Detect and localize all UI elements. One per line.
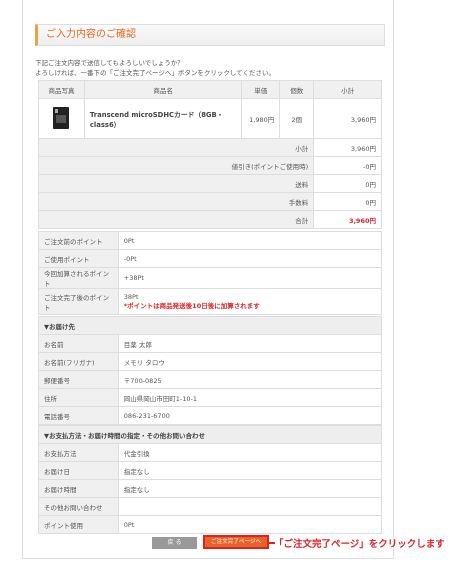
points-label: 今回加算されるポイント (38, 267, 119, 289)
col-header: 商品名 (83, 80, 243, 99)
delivery-table: ▼お届け先 お名前 目薬 太郎 お名前(フリガナ) メモリ タロウ 郵便番号 〒… (38, 316, 383, 425)
intro-line: 下記ご注文内容で送信してもよろしいでしょうか？ (35, 59, 184, 67)
delivery-row: お名前(フリガナ) メモリ タロウ (38, 352, 383, 371)
payment-value: 0Pt (117, 515, 383, 534)
sd-card-icon (53, 106, 70, 129)
product-name: Transcend microSDHCカード（8GB・class6） (83, 98, 243, 139)
payment-row: その他お問い合わせ (38, 497, 383, 516)
callout-annotation: 「ご注文完了ページ」をクリックします (274, 539, 445, 550)
totals-row: 合計 3,960円 (37, 210, 382, 229)
totals-row: 送料 0円 (37, 174, 382, 193)
cart-table: 商品写真 商品名 単価 個数 小計 Transcend microSDHCカード… (37, 80, 382, 229)
delivery-label: 郵便番号 (38, 370, 119, 389)
back-button[interactable]: 戻 る (152, 537, 197, 549)
page-title: ご入力内容のご確認 (35, 24, 385, 46)
grand-total-value: 3,960円 (313, 210, 382, 229)
delivery-section-header: ▼お届け先 (38, 316, 382, 335)
delivery-value: 岡山県岡山市田町1-10-1 (117, 388, 383, 407)
payment-value: 指定なし (117, 479, 383, 498)
totals-value: 0円 (313, 192, 382, 211)
totals-label: 値引き(ポイントご使用時) (37, 156, 315, 175)
payment-label: ポイント使用 (38, 515, 119, 534)
delivery-label: お名前 (38, 334, 119, 353)
totals-value: 0円 (313, 174, 382, 193)
product-qty: 2個 (279, 98, 315, 139)
delivery-value: 〒700-0825 (117, 370, 383, 389)
payment-section-header: ▼お支払方法・お届け時間の指定・その他お問い合わせ (38, 425, 382, 444)
totals-row: 手数料 0円 (37, 192, 382, 211)
points-note: *ポイントは商品発送後10日後に加算されます (123, 301, 260, 310)
points-label: ご注文前のポイント (38, 231, 119, 250)
delivery-row: 郵便番号 〒700-0825 (38, 370, 383, 389)
points-after-value: 38Pt (123, 292, 139, 301)
delivery-row: 電話番号 086-231-6700 (38, 406, 383, 425)
payment-value (117, 497, 383, 516)
product-subtotal: 3,960円 (313, 98, 382, 139)
totals-value: -0円 (313, 156, 382, 175)
product-price: 1,980円 (241, 98, 281, 139)
delivery-value: メモリ タロウ (117, 352, 383, 371)
intro-line: よろしければ、一番下の「ご注文完了ページへ」ボタンをクリックしてください。 (35, 69, 275, 77)
delivery-row: 住所 岡山県岡山市田町1-10-1 (38, 388, 383, 407)
points-label: ご使用ポイント (38, 249, 119, 268)
payment-row: お届け日 指定なし (38, 461, 383, 480)
points-value: 38Pt *ポイントは商品発送後10日後に加算されます (117, 288, 383, 315)
points-row: ご注文完了後のポイント 38Pt *ポイントは商品発送後10日後に加算されます (38, 288, 383, 315)
col-header: 小計 (313, 80, 382, 99)
points-table: ご注文前のポイント 0Pt ご使用ポイント -0Pt 今回加算されるポイント +… (38, 231, 383, 315)
totals-label: 合計 (37, 210, 315, 229)
payment-row: お支払方法 代金引換 (38, 443, 383, 462)
col-header: 商品写真 (38, 80, 85, 99)
points-value: +38Pt (117, 267, 383, 289)
points-row: 今回加算されるポイント +38Pt (38, 267, 383, 289)
payment-label: お支払方法 (38, 443, 119, 462)
points-row: ご使用ポイント -0Pt (38, 249, 383, 268)
payment-title: ▼お支払方法・お届け時間の指定・その他お問い合わせ (38, 425, 382, 444)
points-value: 0Pt (117, 231, 383, 250)
payment-value: 代金引換 (117, 443, 383, 462)
delivery-label: 住所 (38, 388, 119, 407)
points-row: ご注文前のポイント 0Pt (38, 231, 383, 250)
cart-header-row: 商品写真 商品名 単価 個数 小計 (38, 80, 382, 99)
totals-label: 小計 (37, 138, 315, 157)
payment-row: ポイント使用 0Pt (38, 515, 383, 534)
delivery-label: お名前(フリガナ) (38, 352, 119, 371)
cart-item-row: Transcend microSDHCカード（8GB・class6） 1,980… (38, 98, 382, 139)
delivery-row: お名前 目薬 太郎 (38, 334, 383, 353)
intro-text: 下記ご注文内容で送信してもよろしいでしょうか？ よろしければ、一番下の「ご注文完… (35, 58, 275, 78)
product-photo (38, 98, 85, 139)
points-label: ご注文完了後のポイント (38, 288, 119, 315)
payment-table: ▼お支払方法・お届け時間の指定・その他お問い合わせ お支払方法 代金引換 お届け… (38, 425, 383, 534)
points-value: -0Pt (117, 249, 383, 268)
delivery-title: ▼お届け先 (38, 316, 382, 335)
col-header: 個数 (279, 80, 315, 99)
payment-label: その他お問い合わせ (38, 497, 119, 516)
delivery-label: 電話番号 (38, 406, 119, 425)
totals-row: 小計 3,960円 (37, 138, 382, 157)
totals-row: 値引き(ポイントご使用時) -0円 (37, 156, 382, 175)
payment-value: 指定なし (117, 461, 383, 480)
order-complete-button[interactable]: ご注文完了ページへ (203, 535, 269, 549)
payment-row: お届け時間 指定なし (38, 479, 383, 498)
delivery-value: 086-231-6700 (117, 406, 383, 425)
totals-label: 送料 (37, 174, 315, 193)
totals-label: 手数料 (37, 192, 315, 211)
payment-label: お届け日 (38, 461, 119, 480)
payment-label: お届け時間 (38, 479, 119, 498)
totals-value: 3,960円 (313, 138, 382, 157)
col-header: 単価 (241, 80, 281, 99)
delivery-value: 目薬 太郎 (117, 334, 383, 353)
